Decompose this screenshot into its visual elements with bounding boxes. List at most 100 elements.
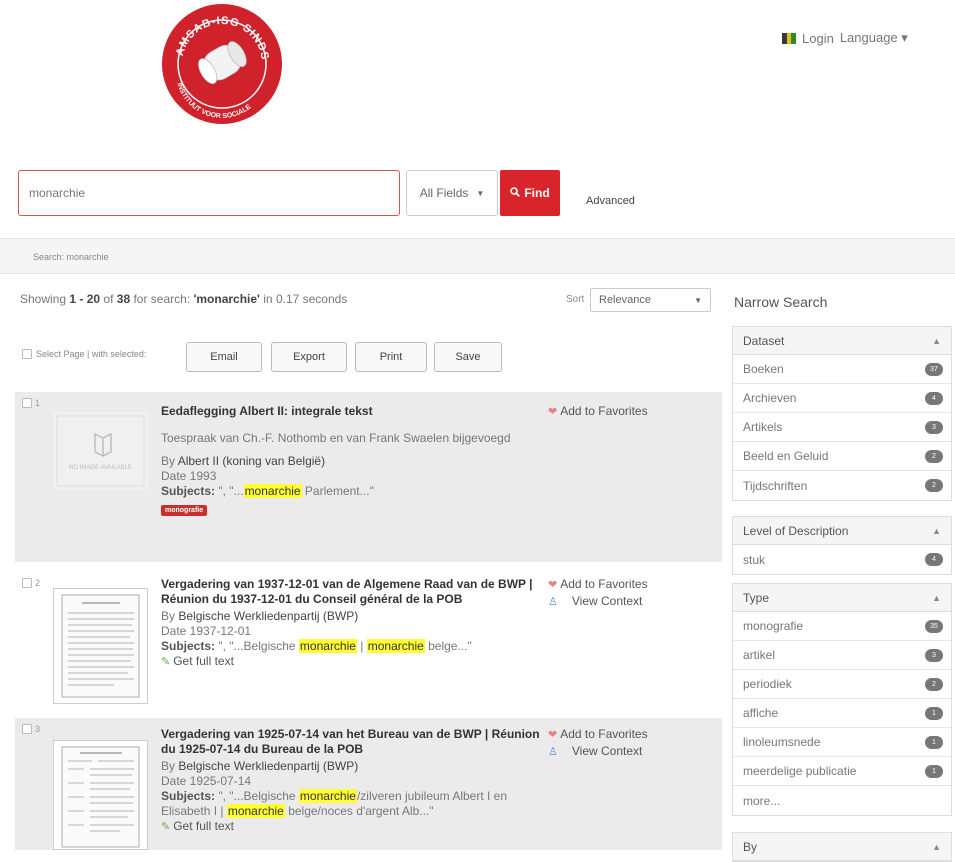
- result-range: 1 - 20: [69, 292, 101, 306]
- result-title[interactable]: Eedaflegging Albert II: integrale tekst: [161, 404, 541, 419]
- facet-count: 2: [925, 479, 943, 492]
- get-full-text-link[interactable]: ✎ Get full text: [161, 819, 541, 833]
- result-subjects: Subjects: ", "...Belgische monarchie/zil…: [161, 789, 541, 819]
- document-thumbnail[interactable]: [53, 740, 148, 850]
- facet-count: 3: [925, 648, 943, 662]
- facet-count: 37: [925, 362, 943, 376]
- select-page-label: Select Page | with selected:: [36, 349, 147, 359]
- collapse-icon: ▲: [932, 525, 941, 536]
- subject-highlight: monarchie: [226, 804, 285, 818]
- caret-down-icon: ▼: [476, 188, 485, 198]
- view-context-link[interactable]: ♙ View Context: [548, 594, 642, 608]
- search-field-select[interactable]: All Fields ▼: [406, 170, 498, 216]
- result-index: 3: [35, 724, 41, 734]
- facet-item-periodiek[interactable]: periodiek 2: [733, 670, 951, 699]
- facet-item-beeld-en-geluid[interactable]: Beeld en Geluid 2: [733, 442, 951, 471]
- advanced-search-link[interactable]: Advanced: [586, 195, 635, 207]
- facet-header[interactable]: Level of Description ▲: [733, 517, 951, 545]
- get-full-text-link[interactable]: ✎ Get full text: [161, 654, 541, 668]
- facet-item-tijdschriften[interactable]: Tijdschriften 2: [733, 471, 951, 500]
- search-input[interactable]: monarchie: [18, 170, 400, 216]
- result-item: 3 Vergadering van 1925-07-14 van het Bur…: [15, 718, 722, 850]
- facet-count: 4: [925, 391, 943, 405]
- document-thumbnail[interactable]: [53, 588, 148, 704]
- language-dropdown[interactable]: Language ▾: [840, 30, 908, 46]
- facet-label: Artikels: [743, 420, 783, 434]
- result-checkbox[interactable]: [22, 724, 32, 734]
- subjects-label: Subjects:: [161, 789, 216, 803]
- caret-down-icon: ▾: [901, 30, 908, 45]
- author-link[interactable]: Belgische Werkliedenpartij (BWP): [178, 609, 358, 623]
- subject-text: ", "...: [218, 484, 244, 498]
- login-link[interactable]: Login: [802, 31, 834, 46]
- author-link[interactable]: Belgische Werkliedenpartij (BWP): [178, 759, 358, 773]
- by-prefix: By: [161, 609, 176, 623]
- email-button[interactable]: Email: [186, 342, 262, 372]
- search-icon: [510, 186, 521, 200]
- export-button[interactable]: Export: [271, 342, 347, 372]
- facet-item-artikels[interactable]: Artikels 3: [733, 413, 951, 442]
- by-prefix: By: [161, 759, 176, 773]
- add-to-favorites-link[interactable]: ❤ Add to Favorites: [548, 577, 648, 593]
- result-title[interactable]: Vergadering van 1925-07-14 van het Burea…: [161, 727, 541, 757]
- facet-item-linoleumsnede[interactable]: linoleumsnede 1: [733, 728, 951, 757]
- sort-select[interactable]: Relevance ▼: [590, 288, 711, 312]
- facet-item-meerdelige-publicatie[interactable]: meerdelige publicatie 1: [733, 757, 951, 786]
- for-search-text: for search:: [133, 292, 191, 306]
- login-flag-icon: [782, 32, 796, 44]
- save-button[interactable]: Save: [434, 342, 502, 372]
- facet-item-artikel[interactable]: artikel 3: [733, 641, 951, 670]
- facet-more-link[interactable]: more...: [733, 786, 951, 815]
- full-text-label: Get full text: [173, 654, 234, 668]
- facet-label: artikel: [743, 648, 776, 662]
- result-subjects: Subjects: ", "...monarchie Parlement...": [161, 484, 541, 499]
- facet-header[interactable]: Dataset ▲: [733, 327, 951, 355]
- subject-text: ", "...Belgische: [218, 789, 299, 803]
- search-time: in 0.17 seconds: [263, 292, 348, 306]
- facet-title: Level of Description: [743, 523, 849, 538]
- result-checkbox[interactable]: [22, 398, 32, 408]
- facet-count: 35: [925, 619, 943, 633]
- find-button[interactable]: Find: [500, 170, 560, 216]
- result-body: Vergadering van 1937-12-01 van de Algeme…: [161, 577, 541, 668]
- facet-header[interactable]: By ▲: [733, 833, 951, 861]
- select-page[interactable]: Select Page | with selected:: [22, 349, 146, 359]
- result-body: Vergadering van 1925-07-14 van het Burea…: [161, 727, 541, 833]
- by-prefix: By: [161, 454, 176, 468]
- view-context-link[interactable]: ♙ View Context: [548, 744, 642, 758]
- add-to-favorites-link[interactable]: ❤ Add to Favorites: [548, 404, 648, 420]
- facet-item-affiche[interactable]: affiche 1: [733, 699, 951, 728]
- result-date: Date 1993: [161, 469, 217, 483]
- breadcrumb: Search: monarchie: [0, 238, 955, 274]
- subject-text: belge...": [424, 639, 472, 653]
- amsab-logo[interactable]: AMSAB-ISG SINDS INSTITUUT VOOR SOCIALE: [160, 2, 284, 126]
- facet-item-archieven[interactable]: Archieven 4: [733, 384, 951, 413]
- result-body: Eedaflegging Albert II: integrale tekst …: [161, 404, 541, 516]
- result-checkbox[interactable]: [22, 578, 32, 588]
- result-title[interactable]: Vergadering van 1937-12-01 van de Algeme…: [161, 577, 541, 607]
- of-text: of: [103, 292, 114, 306]
- subject-text: belge/noces d'argent Alb...": [284, 804, 434, 818]
- facet-header[interactable]: Type ▲: [733, 584, 951, 612]
- facet-item-stuk[interactable]: stuk 4: [733, 545, 951, 574]
- search-field-value: All Fields: [419, 186, 469, 200]
- collapse-icon: ▲: [932, 335, 941, 346]
- favorite-label: Add to Favorites: [560, 727, 648, 741]
- facet-item-boeken[interactable]: Boeken 37: [733, 355, 951, 384]
- full-text-label: Get full text: [173, 819, 234, 833]
- result-number: 3: [22, 724, 40, 734]
- select-page-checkbox[interactable]: [22, 349, 32, 359]
- sort-label: Sort: [566, 294, 585, 305]
- facet-count: 4: [925, 553, 943, 566]
- result-item: 1 NO IMAGE AVAILABLE Eedaflegging Albert…: [15, 392, 722, 562]
- full-text-icon: ✎: [161, 821, 171, 833]
- author-link[interactable]: Albert II (koning van België): [178, 454, 325, 468]
- facet-item-monografie[interactable]: monografie 35: [733, 612, 951, 641]
- add-to-favorites-link[interactable]: ❤ Add to Favorites: [548, 727, 648, 743]
- result-index: 2: [35, 578, 41, 588]
- narrow-search-title: Narrow Search: [734, 294, 828, 310]
- print-button[interactable]: Print: [355, 342, 427, 372]
- facet-label: stuk: [743, 552, 766, 567]
- result-subjects: Subjects: ", "...Belgische monarchie | m…: [161, 639, 541, 654]
- subject-highlight: monarchie: [366, 639, 425, 653]
